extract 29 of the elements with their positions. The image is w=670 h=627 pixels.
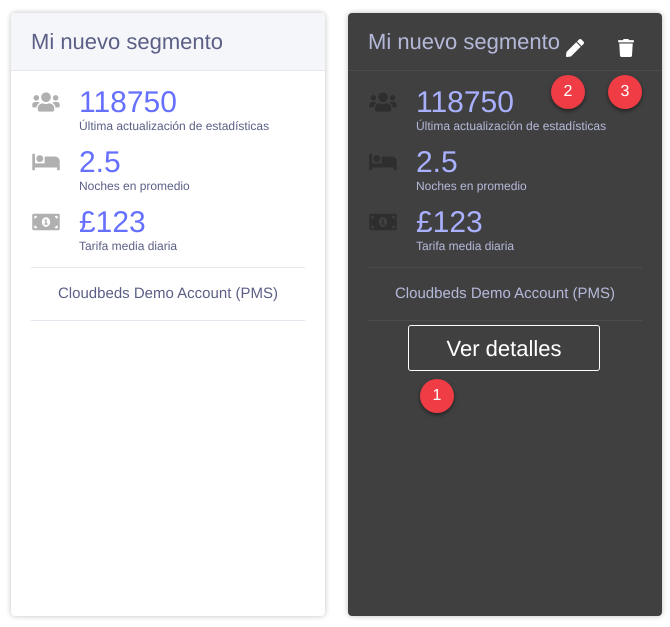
delete-button[interactable] xyxy=(616,37,636,59)
callout-badge: 2 xyxy=(551,75,585,109)
stat-value: £123 xyxy=(416,207,483,239)
stat-value: £123 xyxy=(79,207,146,239)
stat-value: 2.5 xyxy=(416,147,458,179)
details-button[interactable]: Ver detalles xyxy=(408,325,600,371)
stat-value: 118750 xyxy=(416,87,514,119)
stat-label: Noches en promedio xyxy=(416,179,527,193)
stat-value: 2.5 xyxy=(79,147,121,179)
bed-icon xyxy=(31,151,61,173)
trash-icon xyxy=(618,39,634,57)
segment-card[interactable]: Mi nuevo segmento 118750 Última actualización de estadísticas 2.5 Noches en promedio £123 Tarifa media diaria Cloudbeds Demo Account (PMS) xyxy=(11,13,325,616)
users-icon xyxy=(31,91,61,113)
card-title: Mi nuevo segmento xyxy=(368,28,560,56)
pencil-icon xyxy=(566,39,584,57)
banknote-icon xyxy=(31,211,61,233)
stat-label: Tarifa media diaria xyxy=(416,239,514,253)
stat-label: Noches en promedio xyxy=(79,179,190,193)
stat-label: Última actualización de estadísticas xyxy=(416,119,606,133)
callout-badge: 1 xyxy=(420,379,454,413)
stat-value: 118750 xyxy=(79,87,177,119)
account-name: Cloudbeds Demo Account (PMS) xyxy=(394,285,616,302)
callout-badge: 3 xyxy=(608,75,642,109)
stat-label: Tarifa media diaria xyxy=(79,239,178,253)
edit-button[interactable] xyxy=(564,37,586,59)
segment-card[interactable]: Mi nuevo segmento 118750 Última actualización de estadísticas 2.5 Noches en promedio £123 Tarifa media diaria Cloudbeds Demo Account (PMS) Ver detalles 1 2 3 xyxy=(348,13,662,616)
card-title: Mi nuevo segmento xyxy=(31,28,223,56)
stat-label: Última actualización de estadísticas xyxy=(79,119,270,133)
account-name: Cloudbeds Demo Account (PMS) xyxy=(58,285,278,302)
